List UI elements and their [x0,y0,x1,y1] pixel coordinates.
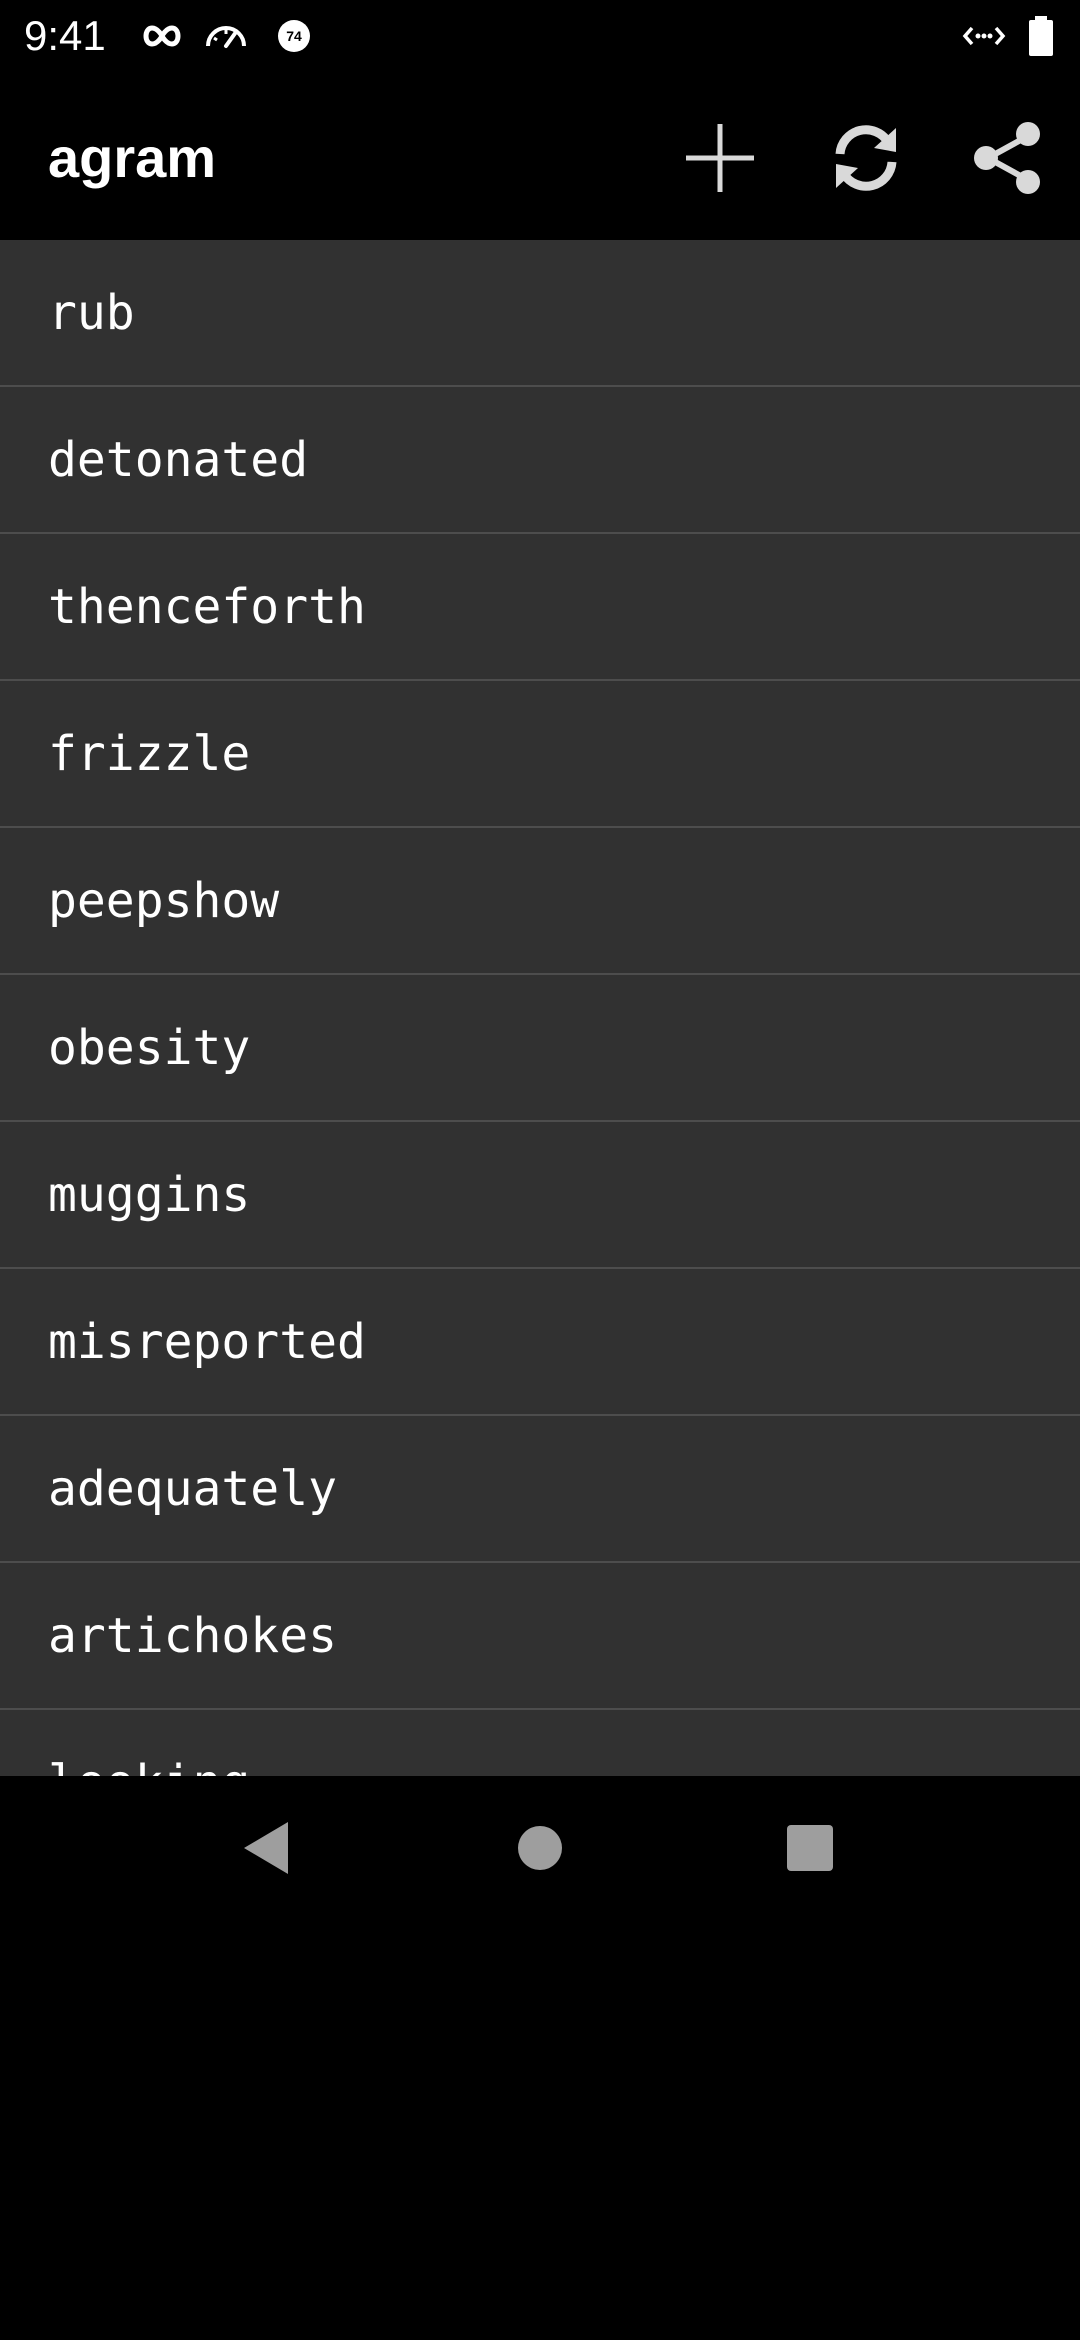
list-item-label: misreported [48,1313,366,1370]
list-item-label: thenceforth [48,578,366,635]
navigation-bar [0,1776,1080,1920]
list-item-label: detonated [48,431,309,488]
word-list[interactable]: rub detonated thenceforth frizzle peepsh… [0,240,1080,1776]
infinity-icon [140,16,184,56]
list-item-label: adequately [48,1460,337,1517]
list-item-label: obesity [48,1019,251,1076]
share-button[interactable] [960,110,1056,206]
list-item[interactable]: thenceforth [0,534,1080,681]
back-icon [244,1822,288,1874]
list-item-label: frizzle [48,725,251,782]
refresh-icon [835,125,897,191]
list-item[interactable]: adequately [0,1416,1080,1563]
back-button[interactable] [220,1800,316,1896]
add-button[interactable] [672,110,768,206]
home-icon [518,1826,562,1870]
speedometer-icon [204,16,248,56]
recents-icon [787,1825,833,1871]
list-item[interactable]: frizzle [0,681,1080,828]
recents-button[interactable] [762,1800,858,1896]
list-item-label: artichokes [48,1607,337,1664]
home-button[interactable] [492,1800,588,1896]
list-item[interactable]: looking [0,1710,1080,1777]
list-item[interactable]: peepshow [0,828,1080,975]
notification-badge-text: 74 [286,28,302,44]
code-arrows-icon [962,16,1006,56]
list-item[interactable]: rub [0,240,1080,387]
app-title: agram [48,126,217,189]
list-item[interactable]: misreported [0,1269,1080,1416]
notification-badge-icon: 74 [274,16,318,56]
list-item-label: muggins [48,1166,251,1223]
list-item[interactable]: artichokes [0,1563,1080,1710]
battery-icon [1026,16,1056,56]
share-icon [974,122,1040,194]
empty-area [0,1920,1080,2340]
list-item-label: looking [48,1755,250,1777]
status-bar: 9:41 74 [0,0,1080,72]
list-item[interactable]: obesity [0,975,1080,1122]
status-time: 9:41 [24,12,106,59]
refresh-button[interactable] [818,110,914,206]
app-bar: agram [0,72,1080,240]
list-item[interactable]: detonated [0,387,1080,534]
list-item-label: peepshow [48,872,280,929]
list-item[interactable]: muggins [0,1122,1080,1269]
plus-icon [686,124,754,192]
list-item-label: rub [48,284,135,341]
